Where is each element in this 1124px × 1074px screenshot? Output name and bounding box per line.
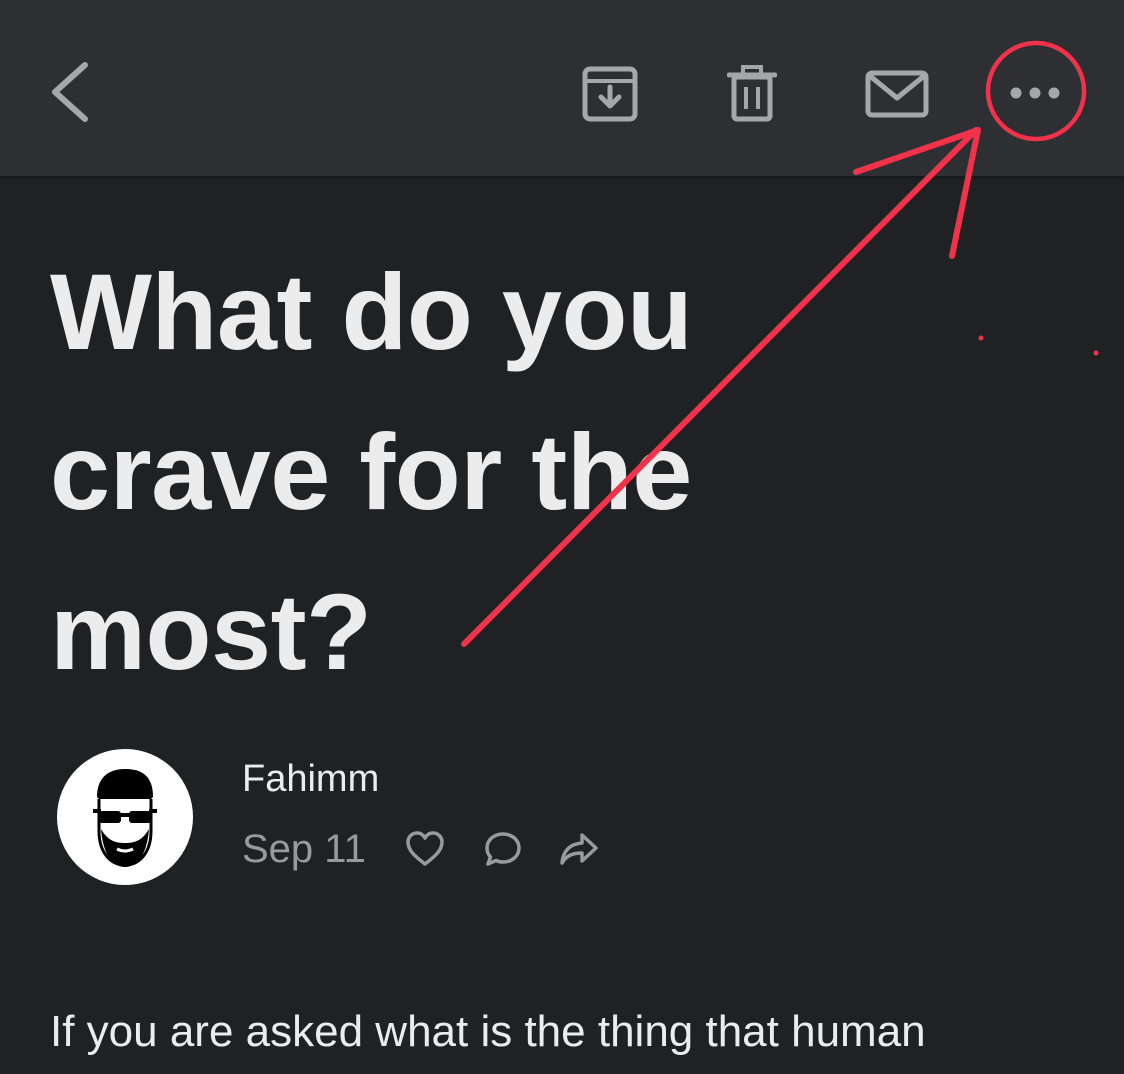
post-title: What do you crave for the most? xyxy=(50,251,693,692)
comment-button[interactable] xyxy=(480,826,526,872)
share-icon xyxy=(560,833,598,865)
more-horizontal-icon xyxy=(1010,87,1060,99)
trash-icon xyxy=(727,65,777,122)
post-date: Sep 11 xyxy=(242,827,366,871)
trash-button[interactable] xyxy=(716,58,788,130)
heart-icon xyxy=(406,831,444,866)
author-name[interactable]: Fahimm xyxy=(242,758,379,801)
mail-icon xyxy=(865,70,929,118)
comment-icon xyxy=(485,832,521,866)
email-reader-screen: What do you crave for the most? Fahimm S… xyxy=(0,0,1124,1074)
top-toolbar xyxy=(0,0,1124,176)
annotation-dot xyxy=(1093,350,1099,356)
post-body-text: If you are asked what is the thing that … xyxy=(50,1007,926,1056)
archive-button[interactable] xyxy=(574,58,646,130)
back-button[interactable] xyxy=(34,52,104,132)
chevron-left-icon xyxy=(52,62,88,122)
archive-icon xyxy=(582,66,638,122)
mail-button[interactable] xyxy=(858,58,936,130)
annotation-dot xyxy=(978,335,984,341)
more-button[interactable] xyxy=(992,50,1078,136)
author-avatar[interactable] xyxy=(57,749,193,885)
like-button[interactable] xyxy=(402,826,448,872)
avatar-face-icon xyxy=(93,769,157,867)
share-button[interactable] xyxy=(556,826,602,872)
